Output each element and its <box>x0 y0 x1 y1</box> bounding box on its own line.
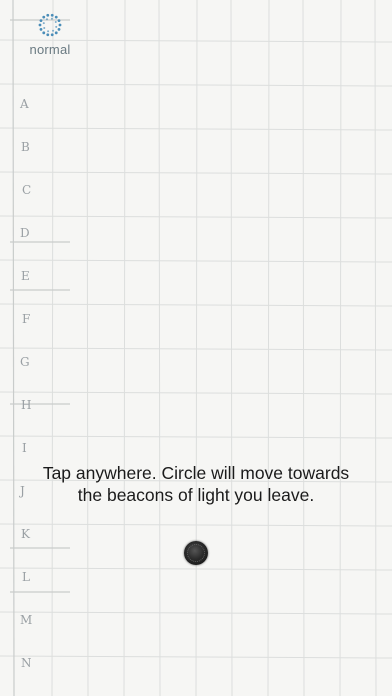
grid-line <box>0 171 392 175</box>
grid-paper-background: A B C D E F G H I J K L M N <box>0 0 392 696</box>
grid-line <box>302 0 305 696</box>
mode-icon-dot <box>58 23 62 27</box>
mode-icon-dot <box>54 15 58 19</box>
grid-row-label: E <box>21 269 30 283</box>
mode-icon-dot <box>54 20 57 23</box>
mode-icon-dot <box>50 17 53 20</box>
grid-row-label: N <box>21 656 32 670</box>
player-circle-ring <box>187 544 205 562</box>
mode-icon-dot <box>46 33 50 37</box>
mode-icon-dot <box>57 19 61 23</box>
grid-line <box>0 303 392 307</box>
grid-row-label: H <box>21 398 31 412</box>
mode-icon-dot <box>43 27 46 30</box>
grid-row-label: F <box>22 312 30 326</box>
grid-row-label: B <box>21 140 30 154</box>
mode-icon-dot <box>42 15 46 19</box>
dotted-ring-icon <box>38 13 62 37</box>
grid-row-label: C <box>22 183 31 197</box>
mode-label: normal <box>29 42 71 57</box>
grid-row-label: M <box>20 613 32 627</box>
mode-icon-dot <box>57 27 61 31</box>
grid-line <box>374 0 377 696</box>
mode-toggle-button[interactable]: normal <box>22 10 78 66</box>
player-circle-icon <box>184 541 208 565</box>
grid-line <box>230 0 233 696</box>
mode-icon-dot <box>50 33 54 37</box>
mode-icon-dot <box>42 22 45 25</box>
mode-icon-dot <box>42 31 46 35</box>
grid-line <box>0 215 392 219</box>
grid-row-label: A <box>19 97 29 111</box>
grid-line <box>267 0 270 696</box>
grid-row-label: J <box>18 484 25 498</box>
grid-line <box>0 127 392 131</box>
mode-icon-dot <box>47 30 50 33</box>
mode-icon-dot <box>46 13 50 17</box>
mode-icon-dot <box>39 19 43 23</box>
game-canvas[interactable]: A B C D E F G H I J K L M N normal Tap anywhere. Circ… <box>0 0 392 696</box>
mode-icon-dot <box>54 31 58 35</box>
grid-row-label: G <box>20 355 30 369</box>
grid-row-label: D <box>20 226 30 240</box>
instruction-text: Tap anywhere. Circle will move towards t… <box>42 463 350 505</box>
grid-line <box>0 259 392 263</box>
mode-icon-dot <box>55 25 58 28</box>
mode-icon-dot <box>50 13 54 17</box>
grid-line <box>339 0 342 696</box>
grid-row-label: I <box>22 441 27 455</box>
mode-icon-dot <box>45 18 48 21</box>
grid-line <box>158 0 161 696</box>
mode-icon-dot <box>52 29 55 32</box>
mode-icon-dot <box>38 23 42 27</box>
grid-row-label: K <box>21 527 31 541</box>
mode-icon-dot <box>39 27 43 31</box>
grid-line <box>123 0 126 696</box>
grid-row-label: L <box>22 570 30 584</box>
grid-line <box>0 83 392 87</box>
grid-line <box>195 0 198 696</box>
